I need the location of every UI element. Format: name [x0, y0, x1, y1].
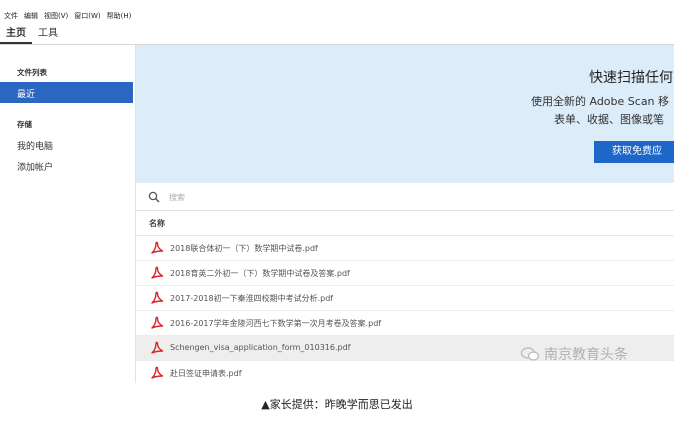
menu-window[interactable]: 窗口(W) — [74, 11, 100, 21]
image-caption: ▲家长提供：昨晚学而思已发出 — [261, 398, 413, 411]
sidebar-item-add-account[interactable]: 添加帐户 — [17, 160, 53, 173]
tab-bar: 主页 工具 — [0, 24, 674, 45]
search-input[interactable]: 搜索 — [169, 192, 185, 203]
menu-help[interactable]: 帮助(H) — [107, 11, 132, 21]
file-name: 2016-2017学年金陵河西七下数学第一次月考卷及答案.pdf — [170, 319, 382, 328]
pdf-icon — [151, 291, 164, 304]
file-row[interactable]: 2017-2018初一下秦淮四校期中考试分析.pdf — [136, 286, 674, 311]
watermark-text: 南京教育头条 — [544, 347, 628, 363]
banner-line-1: 使用全新的 Adobe Scan 移 — [531, 95, 670, 108]
banner-line-2: 表单、收据、图像或笔 — [554, 113, 664, 126]
pdf-icon — [151, 341, 164, 354]
file-row[interactable]: 2018联合体初一（下）数学期中试卷.pdf — [136, 236, 674, 261]
pdf-icon — [151, 316, 164, 329]
sidebar-item-recent-label: 最近 — [17, 90, 36, 100]
sidebar-item-recent[interactable]: 最近 — [0, 82, 133, 103]
file-row[interactable]: 赴日签证申请表.pdf — [136, 361, 674, 383]
menu-file[interactable]: 文件 — [4, 11, 18, 21]
search-bar: 搜索 — [136, 184, 674, 211]
banner-title: 快速扫描任何 — [589, 70, 673, 86]
pdf-icon — [151, 266, 164, 279]
menu-bar: 文件 编辑 视图(V) 窗口(W) 帮助(H) — [0, 9, 674, 23]
sidebar-section-storage: 存储 — [17, 120, 32, 129]
watermark: 南京教育头条 — [520, 344, 628, 364]
menu-edit[interactable]: 编辑 — [24, 11, 38, 21]
file-row[interactable]: 2016-2017学年金陵河西七下数学第一次月考卷及答案.pdf — [136, 311, 674, 336]
file-name: 赴日签证申请表.pdf — [170, 369, 242, 378]
menu-view[interactable]: 视图(V) — [44, 11, 68, 21]
scan-promo-banner: 快速扫描任何 使用全新的 Adobe Scan 移 表单、收据、图像或笔 获取免… — [136, 45, 674, 183]
pdf-icon — [151, 366, 164, 379]
column-header-name-label: 名称 — [149, 219, 165, 228]
tab-tools[interactable]: 工具 — [32, 24, 64, 44]
wechat-icon — [520, 347, 540, 361]
get-free-app-button[interactable]: 获取免费应 — [594, 141, 674, 163]
column-header-name[interactable]: 名称 — [136, 211, 674, 236]
main-panel: 快速扫描任何 使用全新的 Adobe Scan 移 表单、收据、图像或笔 获取免… — [135, 45, 674, 383]
file-name: Schengen_visa_application_form_010316.pd… — [170, 343, 351, 352]
file-name: 2018育英二外初一（下）数学期中试卷及答案.pdf — [170, 269, 350, 278]
sidebar-item-my-computer[interactable]: 我的电脑 — [17, 139, 53, 152]
sidebar: 文件列表 最近 存储 我的电脑 添加帐户 — [0, 45, 135, 383]
file-row[interactable]: 2018育英二外初一（下）数学期中试卷及答案.pdf — [136, 261, 674, 286]
pdf-icon — [151, 241, 164, 254]
sidebar-section-files: 文件列表 — [17, 68, 47, 77]
screenshot: 文件 编辑 视图(V) 窗口(W) 帮助(H) 主页 工具 文件列表 最近 存储… — [0, 0, 674, 383]
search-icon — [148, 191, 160, 203]
tab-home[interactable]: 主页 — [0, 24, 32, 44]
file-name: 2017-2018初一下秦淮四校期中考试分析.pdf — [170, 294, 334, 303]
file-name: 2018联合体初一（下）数学期中试卷.pdf — [170, 244, 318, 253]
